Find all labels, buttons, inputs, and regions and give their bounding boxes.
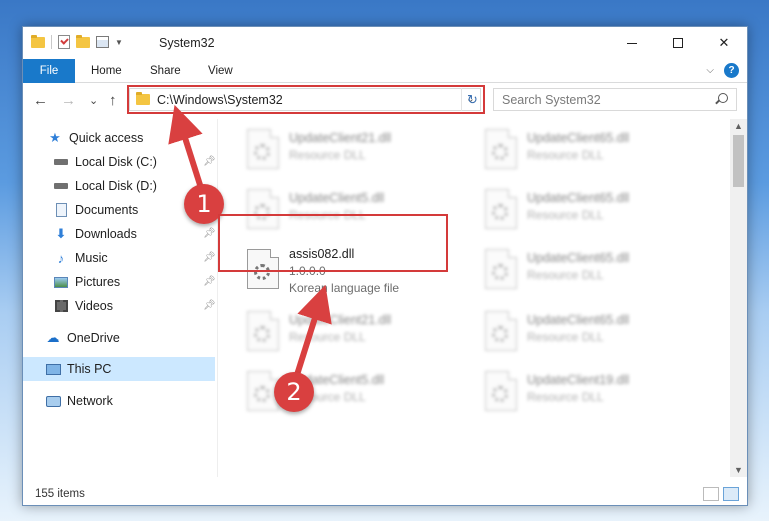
- callout-badge-2: 2: [274, 372, 314, 412]
- file-highlight-box: [218, 214, 448, 272]
- arrow-to-address-bar: [168, 104, 204, 189]
- arrow-to-file: [293, 284, 332, 379]
